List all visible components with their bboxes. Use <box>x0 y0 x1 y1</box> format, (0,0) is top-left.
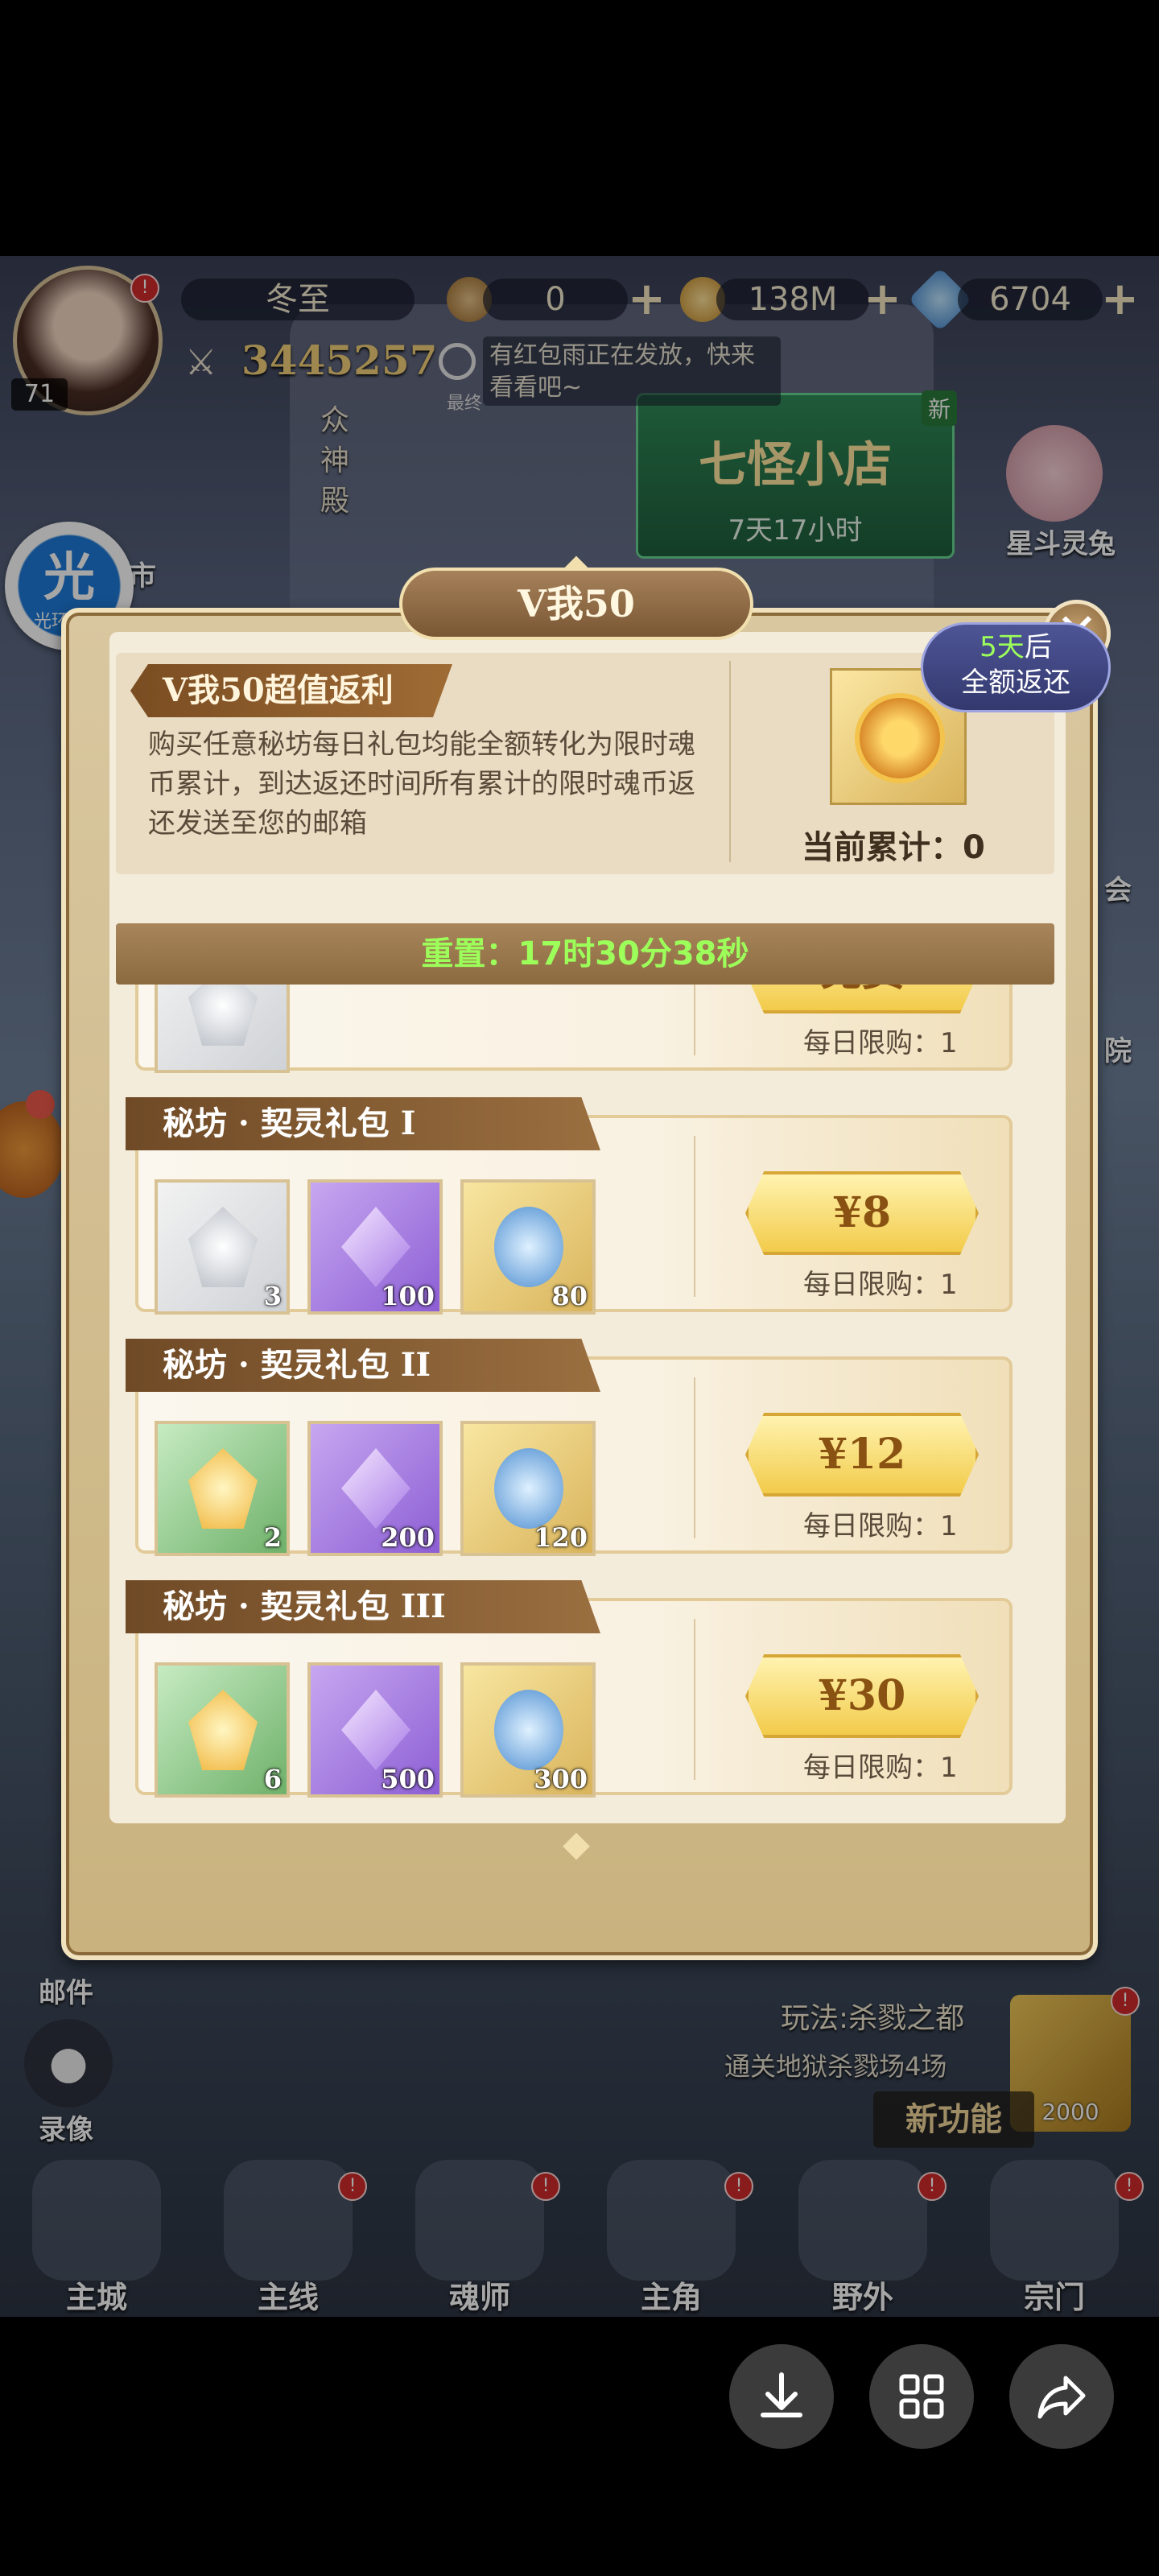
item-qty: 6 <box>263 1764 282 1794</box>
download-icon <box>761 2372 802 2417</box>
share-icon <box>1037 2376 1086 2419</box>
daily-limit: 每日限购：1 <box>803 1027 958 1059</box>
info-description: 购买任意秘坊每日礼包均能全额转化为限时魂币累计，到达返还时间所有累计的限时魂币返… <box>148 729 695 840</box>
price-button[interactable]: 免费 <box>745 985 979 1013</box>
daily-limit: 每日限购：1 <box>803 1752 958 1784</box>
medal-icon <box>855 693 945 783</box>
pack-name: 秘坊 · 契灵礼包 II <box>126 1339 600 1392</box>
pack-item[interactable]: 2 <box>155 1421 290 1556</box>
soul-crystal-icon <box>188 1207 258 1287</box>
pack-item[interactable]: 500 <box>307 1662 443 1798</box>
soul-crystal-icon <box>188 985 258 1046</box>
modal-title: V我50 <box>399 568 753 640</box>
pack-name: 秘坊 · 契灵礼包 I <box>126 1097 600 1150</box>
price-button[interactable]: ¥12 <box>745 1413 979 1496</box>
purple-crystal-icon <box>341 1448 410 1529</box>
grid-icon <box>899 2374 944 2419</box>
daily-limit: 每日限购：1 <box>803 1269 958 1301</box>
item-qty: 3 <box>263 1281 282 1311</box>
grid-button[interactable] <box>869 2344 974 2449</box>
purple-crystal-icon <box>341 1207 410 1287</box>
star-orb-icon <box>494 1690 563 1770</box>
item-qty: 80 <box>551 1281 588 1311</box>
refund-days-suffix: 后 <box>1024 631 1052 663</box>
refund-text: 全额返还 <box>961 667 1070 699</box>
price-button[interactable]: ¥30 <box>745 1654 979 1738</box>
item-qty: 100 <box>381 1281 435 1311</box>
pack-item[interactable]: 3 <box>155 1179 290 1315</box>
info-tag: V我50超值返利 <box>130 664 452 717</box>
star-orb-icon <box>494 1448 563 1529</box>
reset-timer-bar: 重置：17时30分38秒 <box>116 923 1054 985</box>
card-divider <box>694 1619 695 1780</box>
share-button[interactable] <box>1009 2344 1114 2449</box>
pack-list[interactable]: 免费 每日限购：1 秘坊 · 契灵礼包 I 3 100 80 <box>126 985 1048 1838</box>
v50-modal: ◆ V我50 ✕ V我50超值返利 购买任意秘坊每日礼包均能全额转化为限时魂币累… <box>61 366 1111 1964</box>
card-divider <box>694 1377 695 1538</box>
item-qty: 200 <box>381 1522 435 1553</box>
bottom-ornament: ◆ <box>563 1823 590 1864</box>
card-divider <box>694 985 695 1055</box>
daily-limit: 每日限购：1 <box>803 1510 958 1542</box>
download-button[interactable] <box>729 2344 834 2449</box>
price-button[interactable]: ¥8 <box>745 1171 979 1255</box>
pack-card: 秘坊 · 契灵礼包 I 3 100 80 ¥8 每日限购：1 <box>126 1097 1043 1323</box>
star-orb-icon <box>494 1207 563 1287</box>
accumulated-label: 当前累计：0 <box>802 829 985 866</box>
pack-item[interactable]: 80 <box>460 1179 596 1315</box>
pack-item[interactable]: 120 <box>460 1421 596 1556</box>
pack-name: 秘坊 · 契灵礼包 III <box>126 1580 600 1633</box>
pack-card: 秘坊 · 契灵礼包 II 2 200 120 ¥12 每日限购：1 <box>126 1339 1043 1564</box>
item-qty: 500 <box>381 1764 435 1794</box>
item-qty: 300 <box>534 1764 588 1794</box>
purple-crystal-icon <box>341 1690 410 1770</box>
golden-flame-icon <box>188 1448 258 1529</box>
refund-days-value: 5天 <box>980 631 1025 663</box>
item-qty: 120 <box>534 1522 588 1553</box>
golden-flame-icon <box>188 1690 258 1770</box>
card-divider <box>694 1136 695 1297</box>
refund-days: 5天后 <box>923 625 1108 665</box>
pack-card: 免费 每日限购：1 <box>126 985 1043 1081</box>
refund-bubble: 5天后 全额返还 <box>921 622 1111 712</box>
info-divider <box>729 661 731 862</box>
item-qty: 2 <box>263 1522 282 1553</box>
pack-item[interactable]: 6 <box>155 1662 290 1798</box>
pack-item[interactable]: 200 <box>307 1421 443 1556</box>
pack-item[interactable] <box>155 985 290 1073</box>
pack-item[interactable]: 300 <box>460 1662 596 1798</box>
pack-item[interactable]: 100 <box>307 1179 443 1315</box>
pack-card: 秘坊 · 契灵礼包 III 6 500 300 ¥30 每日限购：1 <box>126 1580 1043 1806</box>
game-screen: 七怪小店 7天17小时 新 众神殿 星斗灵兔 市 会 院 71 ! 冬至 ⚔ 3… <box>0 256 1159 2317</box>
